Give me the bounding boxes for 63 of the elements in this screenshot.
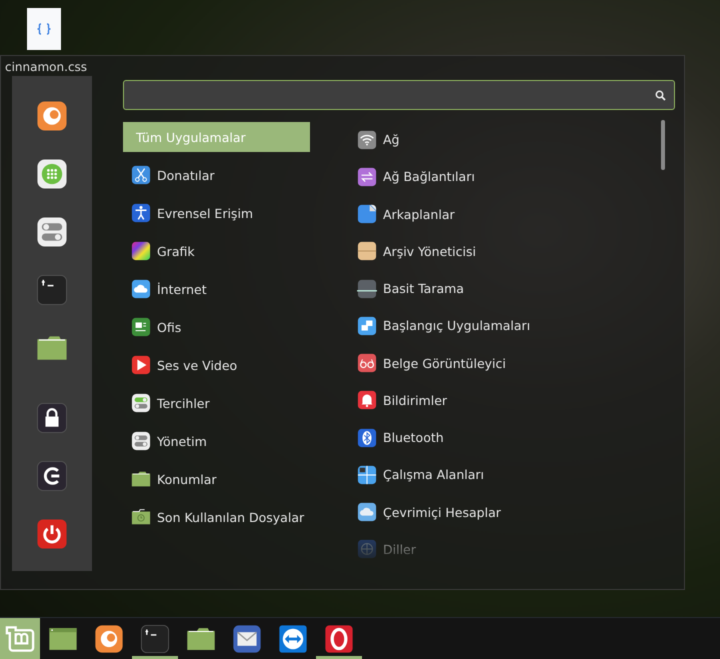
search-icon — [655, 90, 666, 100]
folder-icon — [131, 469, 151, 489]
category-item[interactable]: Tercihler — [123, 384, 310, 422]
arrows-icon — [357, 166, 377, 187]
toggle-switches-icon — [36, 216, 68, 248]
braces-icon — [36, 23, 52, 35]
power-icon — [36, 518, 68, 550]
category-item[interactable]: Ofis — [123, 308, 310, 346]
category-item[interactable]: Son Kullanılan Dosyalar — [123, 498, 310, 536]
favorite-button[interactable] — [36, 402, 68, 434]
folder-clock-icon — [131, 507, 151, 527]
color-gradient-icon — [131, 241, 151, 261]
category-item[interactable]: Donatılar — [123, 156, 310, 194]
app-item[interactable]: Çevrimiçi Hesaplar — [357, 494, 530, 531]
search-field[interactable] — [123, 80, 675, 110]
category-item[interactable]: İnternet — [123, 270, 310, 308]
category-item[interactable]: Ses ve Video — [123, 346, 310, 384]
favorite-button[interactable] — [36, 460, 68, 492]
app-item[interactable]: Bildirimler — [357, 382, 530, 419]
accessibility-icon — [131, 203, 151, 223]
logout-icon — [36, 460, 68, 492]
terminal-icon — [36, 274, 68, 306]
app-item[interactable]: Ağ Bağlantıları — [357, 158, 530, 196]
toggle-switches-icon — [131, 393, 151, 413]
file-label: cinnamon.css — [5, 60, 88, 74]
favorite-button[interactable] — [36, 158, 68, 190]
file-icon[interactable] — [27, 8, 61, 50]
glasses-icon — [357, 353, 377, 374]
cloud-icon — [131, 279, 151, 299]
category-item[interactable]: Yönetim — [123, 422, 310, 460]
dot-grid-icon — [36, 158, 68, 190]
bell-icon — [357, 390, 377, 410]
favorite-button[interactable] — [36, 216, 68, 248]
mail-icon — [232, 624, 262, 654]
workspace-grid-icon — [357, 464, 377, 485]
app-item[interactable]: Başlangıç Uygulamaları — [357, 307, 530, 344]
o-logo-icon — [324, 624, 354, 654]
wifi-icon — [357, 130, 377, 150]
document-icon — [131, 317, 151, 337]
terminal-icon — [140, 624, 170, 654]
app-item[interactable]: Belge Görüntüleyici — [357, 344, 530, 382]
app-item[interactable]: Arkaplanlar — [357, 196, 530, 233]
app-item[interactable]: Ağ — [357, 121, 530, 158]
box-icon — [357, 241, 377, 262]
app-item[interactable]: Bluetooth — [357, 419, 530, 456]
app-item[interactable]: Basit Tarama — [357, 270, 530, 308]
wallpaper-icon — [357, 204, 377, 224]
toggle-switches-icon — [131, 431, 151, 451]
category-item[interactable]: Konumlar — [123, 460, 310, 498]
scanner-icon — [357, 278, 377, 299]
favorite-button[interactable] — [36, 518, 68, 550]
category-item[interactable]: Evrensel Erişim — [123, 194, 310, 232]
category-item[interactable]: Grafik — [123, 232, 310, 270]
app-item[interactable]: Çalışma Alanları — [357, 456, 530, 494]
lock-icon — [36, 402, 68, 434]
play-icon — [131, 355, 151, 375]
windows-icon — [357, 316, 377, 336]
scissors-icon — [131, 165, 151, 185]
cloud-icon — [357, 502, 377, 522]
bluetooth-icon — [357, 428, 377, 448]
app-item[interactable]: Arşiv Yöneticisi — [357, 232, 530, 270]
scrollbar[interactable] — [661, 120, 665, 170]
globe-icon — [357, 539, 377, 560]
